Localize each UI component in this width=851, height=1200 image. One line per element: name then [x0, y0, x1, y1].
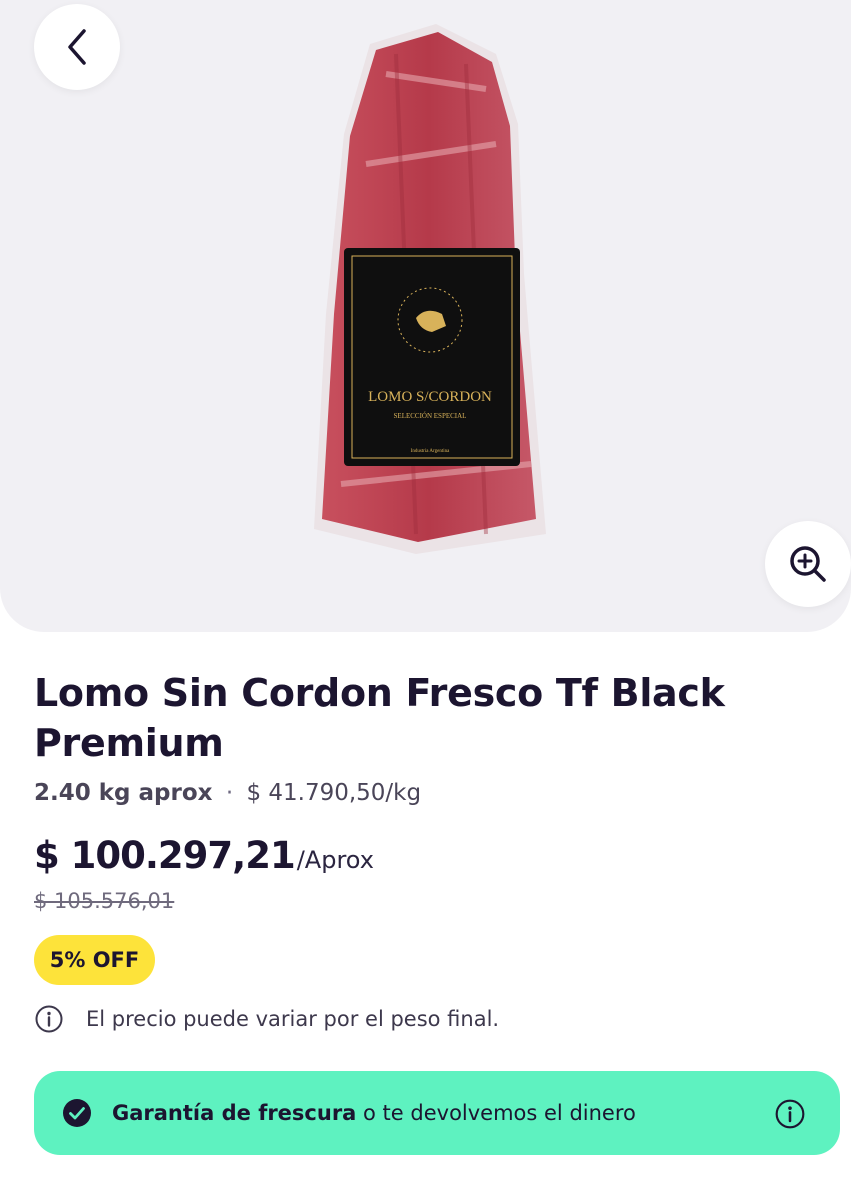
label-origin: Industria Argentina: [411, 449, 450, 454]
info-icon[interactable]: [34, 1004, 64, 1034]
discount-badge: 5% OFF: [34, 935, 155, 985]
zoom-in-icon: [790, 546, 826, 582]
product-image: LOMO S/CORDON SELECCIÓN ESPECIAL Industr…: [314, 24, 546, 554]
weight-info: 2.40 kg aprox · $ 41.790,50/kg: [34, 780, 421, 806]
label-subtitle: SELECCIÓN ESPECIAL: [394, 412, 467, 420]
check-circle-icon: [63, 1099, 91, 1127]
guarantee-text: Garantía de frescura o te devolvemos el …: [112, 1101, 636, 1125]
back-button[interactable]: [34, 4, 120, 90]
price-block: $ 100.297,21/Aprox: [34, 834, 374, 877]
info-icon[interactable]: [774, 1098, 806, 1130]
product-image-area: LOMO S/CORDON SELECCIÓN ESPECIAL Industr…: [0, 0, 851, 632]
price-per-kg: $ 41.790,50/kg: [246, 780, 422, 806]
freshness-guarantee-banner[interactable]: Garantía de frescura o te devolvemos el …: [34, 1071, 840, 1155]
price-notice: El precio puede variar por el peso final…: [34, 1004, 499, 1034]
separator: ·: [225, 780, 234, 806]
product-title: Lomo Sin Cordon Fresco Tf Black Premium: [34, 671, 725, 765]
weight-value: 2.40 kg aprox: [34, 780, 213, 806]
notice-text: El precio puede variar por el peso final…: [86, 1007, 500, 1031]
guarantee-rest: o te devolvemos el dinero: [356, 1101, 636, 1125]
guarantee-bold: Garantía de frescura: [112, 1101, 357, 1125]
zoom-button[interactable]: [765, 521, 851, 607]
label-name: LOMO S/CORDON: [368, 389, 492, 405]
old-price: $ 105.576,01: [34, 889, 175, 913]
current-price: $ 100.297,21: [34, 834, 296, 877]
price-unit: /Aprox: [296, 846, 374, 874]
chevron-left-icon: [68, 29, 86, 65]
